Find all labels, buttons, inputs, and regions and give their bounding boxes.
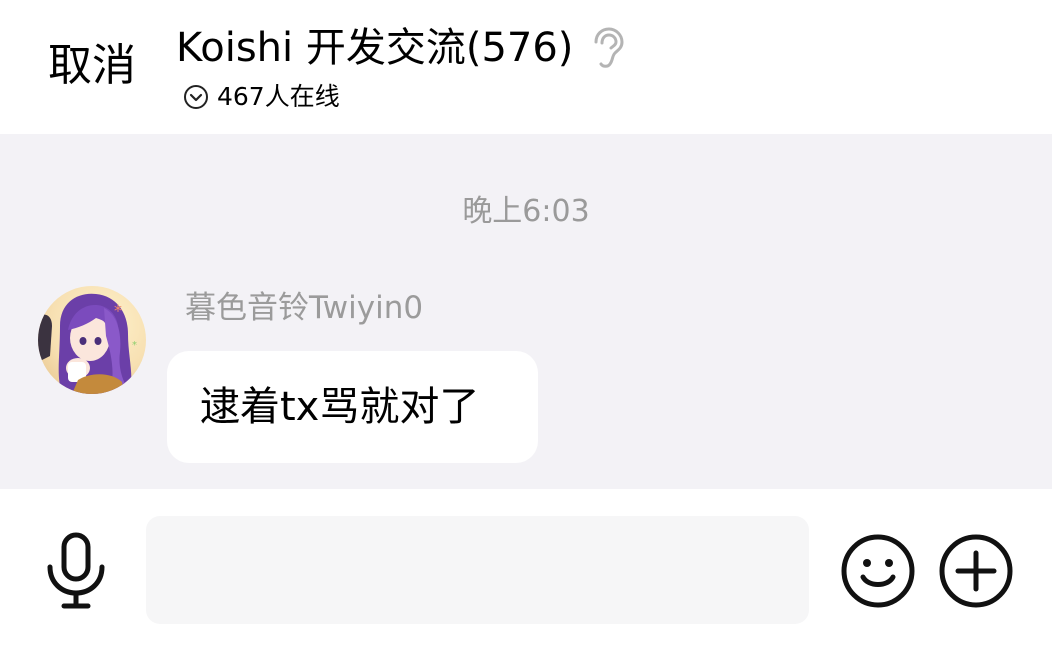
- microphone-icon[interactable]: [42, 531, 110, 611]
- input-bar: [0, 489, 1052, 651]
- group-title-row: Koishi 开发交流(576): [176, 24, 625, 72]
- message-bubble[interactable]: 逮着tx骂就对了: [167, 351, 538, 463]
- online-count: 467人在线: [217, 82, 340, 111]
- cancel-button[interactable]: 取消: [48, 40, 136, 92]
- sender-name: 暮色音铃Twiyin0: [185, 290, 424, 326]
- message-input[interactable]: [146, 516, 809, 624]
- svg-text:*: *: [114, 301, 122, 320]
- group-name: Koishi 开发交流(576): [176, 25, 574, 71]
- chevron-down-circle-icon: [183, 84, 209, 110]
- smiley-face-icon[interactable]: [840, 533, 916, 609]
- svg-text:*: *: [132, 340, 137, 351]
- message-timestamp: 晚上6:03: [462, 194, 590, 229]
- avatar[interactable]: * *: [38, 286, 146, 394]
- plus-circle-icon[interactable]: [938, 533, 1014, 609]
- ear-icon[interactable]: [591, 27, 625, 69]
- message-text: 逮着tx骂就对了: [200, 384, 480, 430]
- chat-header: 取消 Koishi 开发交流(576) 467人在线: [0, 0, 1052, 134]
- online-count-toggle[interactable]: 467人在线: [183, 80, 340, 114]
- message-list[interactable]: 晚上6:03 * * 暮色音铃Twiyin0 逮着tx骂就对了: [0, 134, 1052, 489]
